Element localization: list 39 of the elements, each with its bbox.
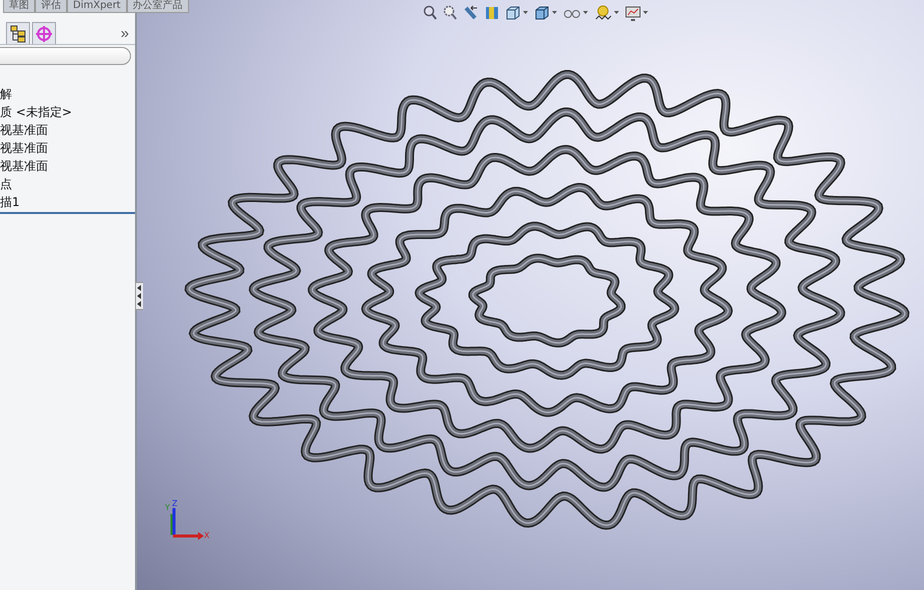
axis-label: X	[204, 532, 210, 540]
caret-icon	[643, 11, 648, 15]
collapse-handle[interactable]	[135, 282, 143, 310]
magnifier-icon	[423, 5, 437, 21]
toolbar-button[interactable]	[422, 4, 438, 22]
toolbar-button[interactable]	[442, 4, 458, 22]
filter-field[interactable]	[0, 47, 131, 65]
command-tab[interactable]: 草图	[3, 0, 35, 13]
monitor-icon	[625, 5, 641, 21]
tree-item[interactable]: 描1	[0, 193, 135, 211]
tree-item[interactable]: 视基准面	[0, 121, 135, 139]
toolbar-button[interactable]	[533, 4, 558, 22]
caret-icon	[552, 11, 557, 15]
tree-item[interactable]: 质 <未指定>	[0, 103, 135, 121]
toolbar-button[interactable]	[504, 4, 529, 22]
tree-item[interactable]: 视基准面	[0, 139, 135, 157]
command-tab[interactable]: DimXpert	[67, 0, 127, 13]
hierarchy-icon	[9, 24, 27, 42]
crosshair-icon	[35, 24, 53, 42]
tree-item[interactable]: 点	[0, 175, 135, 193]
dotted-magnifier-icon	[443, 5, 457, 21]
tree-item[interactable]: 解	[0, 85, 135, 103]
expand-button[interactable]: »	[120, 24, 129, 42]
caret-icon	[583, 11, 588, 15]
cube-outline-icon	[505, 5, 521, 21]
back-arrow-icon	[463, 5, 479, 21]
toolbar-button[interactable]	[593, 4, 620, 22]
axis-label: Y	[165, 504, 170, 512]
cube-icon	[534, 5, 550, 21]
toolbar-button[interactable]	[462, 4, 480, 22]
command-tab[interactable]: 评估	[35, 0, 67, 13]
toolbar-button[interactable]	[624, 4, 649, 22]
caret-icon	[614, 11, 619, 15]
tree-item[interactable]: 视基准面	[0, 157, 135, 175]
axis-label: Z	[172, 500, 178, 508]
section-view-icon	[485, 5, 499, 21]
panel-tab[interactable]	[6, 22, 30, 44]
caret-icon	[523, 11, 528, 15]
scene-light-icon	[594, 5, 612, 21]
